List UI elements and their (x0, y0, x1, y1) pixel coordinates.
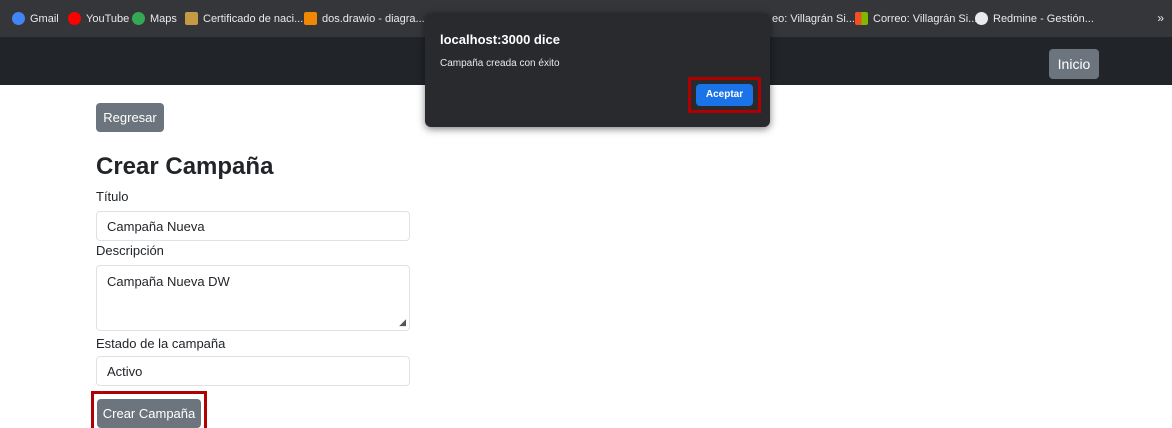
bookmark-label: Redmine - Gestión... (993, 12, 1094, 25)
create-campaign-button[interactable]: Crear Campaña (97, 399, 201, 428)
bookmark-outlook-2[interactable]: Correo: Villagrán Si... (855, 0, 977, 37)
alert-dialog: localhost:3000 dice Campaña creada con é… (425, 13, 770, 127)
description-textarea[interactable]: Campaña Nueva DW ◢ (96, 265, 410, 331)
bookmark-label: Gmail (30, 12, 59, 25)
dialog-message: Campaña creada con éxito (440, 58, 560, 69)
folder-icon (185, 12, 198, 25)
bookmark-gmail[interactable]: Gmail (12, 0, 59, 37)
microsoft-icon (855, 12, 868, 25)
maps-icon (132, 12, 145, 25)
bookmark-youtube[interactable]: YouTube (68, 0, 129, 37)
bookmark-outlook-1[interactable]: eo: Villagrán Si... (772, 0, 855, 37)
bookmark-label: Certificado de naci... (203, 12, 304, 25)
bookmark-certificado[interactable]: Certificado de naci... (185, 0, 303, 37)
home-button[interactable]: Inicio (1049, 49, 1099, 79)
globe-icon (975, 12, 988, 25)
bookmark-label: dos.drawio - diagra... (322, 12, 425, 25)
bookmark-label: YouTube (86, 12, 130, 25)
bookmark-redmine[interactable]: Redmine - Gestión... (975, 0, 1094, 37)
bookmark-label: Correo: Villagrán Si... (873, 12, 978, 25)
status-input[interactable]: Activo (96, 356, 410, 386)
back-button[interactable]: Regresar (96, 103, 164, 132)
page-title: Crear Campaña (96, 153, 274, 180)
bookmark-drawio[interactable]: dos.drawio - diagra... (304, 0, 425, 37)
google-icon (12, 12, 25, 25)
drawio-icon (304, 12, 317, 25)
youtube-icon (68, 12, 81, 25)
description-value: Campaña Nueva DW (107, 274, 230, 289)
bookmark-label: eo: Villagrán Si... (772, 12, 855, 25)
title-input[interactable]: Campaña Nueva (96, 211, 410, 241)
status-label: Estado de la campaña (96, 336, 226, 351)
description-label: Descripción (96, 243, 164, 258)
title-label: Título (96, 189, 129, 204)
accept-button[interactable]: Aceptar (696, 84, 753, 106)
bookmarks-overflow-icon[interactable]: » (1157, 11, 1164, 25)
resize-handle-icon[interactable]: ◢ (399, 317, 406, 328)
bookmark-maps[interactable]: Maps (132, 0, 177, 37)
bookmark-label: Maps (150, 12, 177, 25)
dialog-title: localhost:3000 dice (440, 32, 560, 47)
